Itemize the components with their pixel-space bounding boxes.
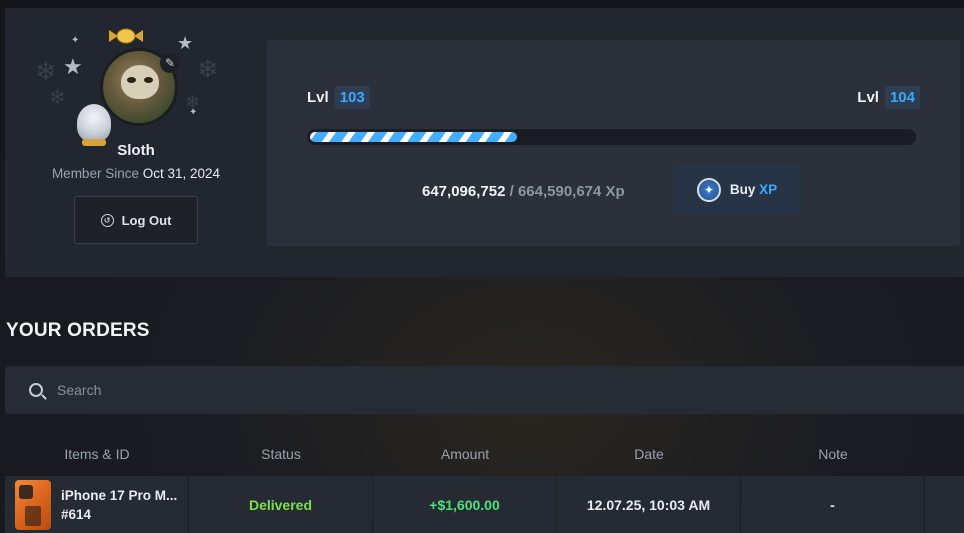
profile-card: ❄ ❄ ❄ ❄ ★ ★ ✦ ✦ ✎ Sloth Member Since Oct…: [5, 8, 964, 277]
crown-badge-icon: [77, 104, 111, 146]
orders-title: YOUR ORDERS: [6, 320, 150, 341]
status-cell: Delivered: [189, 476, 372, 533]
item-cell: iPhone 17 Pro M... #614: [5, 476, 188, 533]
xp-amount: 647,096,752 / 664,590,674 Xp: [422, 183, 625, 200]
logout-icon: ↺: [100, 213, 114, 227]
current-level-number: 103: [334, 86, 370, 109]
next-level: Lvl 104: [857, 86, 920, 109]
extra-cell: [925, 476, 964, 533]
sparkle-icon: ✦: [71, 35, 80, 46]
star-icon: ★: [177, 33, 194, 53]
item-id: #614: [61, 506, 92, 522]
amount-cell: +$1,600.00: [373, 476, 556, 533]
target-xp: 664,590,674 Xp: [517, 183, 625, 200]
sparkle-icon: ✦: [189, 107, 198, 118]
snowflake-icon: ❄: [35, 56, 57, 86]
column-header-note: Note: [818, 446, 848, 462]
logout-button[interactable]: ↺ Log Out: [74, 196, 198, 244]
search-input[interactable]: [57, 382, 857, 398]
xp-progress-bar: [307, 129, 916, 145]
username: Sloth: [117, 142, 155, 159]
xp-panel: Lvl 103 Lvl 104 647,096,752 / 664,590,67…: [267, 40, 960, 246]
xp-star-icon: ✦: [696, 177, 721, 202]
buy-label: Buy: [729, 182, 756, 197]
search-icon: [29, 383, 43, 397]
member-since-label: Member Since: [51, 166, 139, 181]
buy-accent: XP: [759, 182, 778, 197]
candy-icon: [109, 28, 143, 44]
member-since-date: Oct 31, 2024: [142, 166, 221, 181]
orders-table-header: Items & ID Status Amount Date Note: [5, 446, 964, 464]
edit-avatar-icon[interactable]: ✎: [160, 53, 180, 73]
member-since: Member Since Oct 31, 2024: [5, 166, 267, 181]
xp-separator: /: [509, 183, 514, 200]
search-bar[interactable]: [5, 366, 964, 414]
column-header-status: Status: [261, 446, 301, 462]
snowflake-icon: ❄: [197, 54, 219, 84]
product-thumbnail: [15, 479, 51, 530]
avatar-area: ❄ ❄ ❄ ❄ ★ ★ ✦ ✦ ✎: [35, 18, 237, 146]
column-header-date: Date: [634, 446, 664, 462]
xp-progress-fill: [307, 129, 521, 145]
buy-xp-button[interactable]: ✦ Buy XP: [673, 165, 801, 214]
logout-label: Log Out: [121, 212, 172, 228]
item-name: iPhone 17 Pro M...: [61, 487, 178, 503]
note-cell: -: [741, 476, 924, 533]
table-row[interactable]: iPhone 17 Pro M... #614 Delivered +$1,60…: [5, 476, 964, 533]
star-icon: ★: [63, 54, 83, 79]
column-header-amount: Amount: [440, 446, 490, 462]
next-level-number: 104: [884, 86, 920, 109]
column-header-items: Items & ID: [64, 446, 130, 462]
date-cell: 12.07.25, 10:03 AM: [557, 476, 740, 533]
sloth-face: [121, 65, 159, 99]
snowflake-icon: ❄: [49, 87, 66, 109]
current-level: Lvl 103: [307, 86, 370, 109]
top-strip: [0, 0, 964, 8]
current-xp: 647,096,752: [422, 183, 506, 200]
